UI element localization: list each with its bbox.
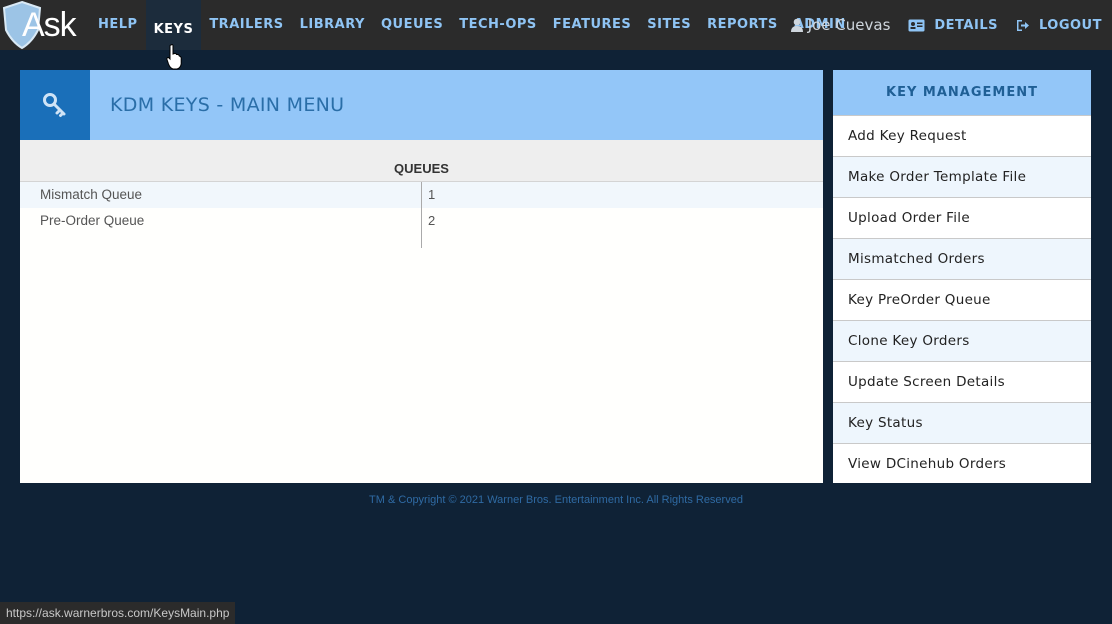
queues-table-header: QUEUES — [20, 140, 823, 182]
key-management-title: KEY MANAGEMENT — [833, 70, 1091, 115]
menu-clone-key-orders[interactable]: Clone Key Orders — [833, 320, 1091, 361]
table-row[interactable]: Pre-Order Queue 2 — [20, 208, 823, 234]
logout-icon — [1016, 19, 1029, 31]
menu-make-order-template-file[interactable]: Make Order Template File — [833, 156, 1091, 197]
logo-text: Ask — [22, 6, 77, 44]
table-filler — [20, 234, 823, 248]
nav-queues[interactable]: QUEUES — [373, 0, 451, 45]
nav-sites[interactable]: SITES — [639, 0, 699, 45]
details-label: DETAILS — [934, 17, 998, 33]
filler-cell — [421, 234, 822, 248]
top-navbar: Ask HELP KEYS TRAILERS LIBRARY QUEUES TE… — [0, 0, 1112, 50]
copyright-footer: TM & Copyright © 2021 Warner Bros. Enter… — [369, 494, 743, 506]
menu-key-status[interactable]: Key Status — [833, 402, 1091, 443]
menu-update-screen-details[interactable]: Update Screen Details — [833, 361, 1091, 402]
nav-library[interactable]: LIBRARY — [292, 0, 373, 45]
user-nav: Joe Cuevas DETAILS LOGOUT — [790, 0, 1102, 50]
menu-mismatched-orders[interactable]: Mismatched Orders — [833, 238, 1091, 279]
page-title: KDM KEYS - MAIN MENU — [110, 94, 345, 116]
panel-header: KDM KEYS - MAIN MENU — [20, 70, 823, 140]
user-info[interactable]: Joe Cuevas — [790, 16, 891, 34]
menu-key-preorder-queue[interactable]: Key PreOrder Queue — [833, 279, 1091, 320]
ask-logo[interactable]: Ask — [2, 0, 82, 50]
user-icon — [790, 18, 803, 32]
nav-features[interactable]: FEATURES — [545, 0, 640, 45]
menu-add-key-request[interactable]: Add Key Request — [833, 115, 1091, 156]
table-row[interactable]: Mismatch Queue 1 — [20, 182, 823, 208]
queue-name[interactable]: Pre-Order Queue — [20, 208, 421, 234]
nav-help[interactable]: HELP — [90, 0, 146, 45]
user-name: Joe Cuevas — [807, 16, 891, 34]
filler-cell — [20, 234, 421, 248]
queue-count: 1 — [421, 182, 822, 208]
logout-link[interactable]: LOGOUT — [1016, 18, 1102, 33]
nav-tech-ops[interactable]: TECH-OPS — [451, 0, 545, 45]
details-link[interactable]: DETAILS — [908, 18, 998, 33]
id-card-icon — [908, 19, 925, 31]
logout-label: LOGOUT — [1038, 17, 1102, 33]
kdm-keys-panel: KDM KEYS - MAIN MENU QUEUES Mismatch Que… — [20, 70, 823, 483]
key-icon — [43, 93, 66, 117]
nav-reports[interactable]: REPORTS — [699, 0, 786, 45]
main-nav: HELP KEYS TRAILERS LIBRARY QUEUES TECH-O… — [90, 0, 854, 50]
menu-view-dcinehub-orders[interactable]: View DCinehub Orders — [833, 443, 1091, 484]
queue-count: 2 — [421, 208, 822, 234]
nav-trailers[interactable]: TRAILERS — [201, 0, 291, 45]
menu-upload-order-file[interactable]: Upload Order File — [833, 197, 1091, 238]
queue-name[interactable]: Mismatch Queue — [20, 182, 421, 208]
nav-keys[interactable]: KEYS — [145, 0, 202, 50]
browser-status-url: https://ask.warnerbros.com/KeysMain.php — [0, 602, 236, 624]
key-management-panel: KEY MANAGEMENT Add Key Request Make Orde… — [833, 70, 1091, 483]
panel-icon-box — [20, 70, 90, 140]
